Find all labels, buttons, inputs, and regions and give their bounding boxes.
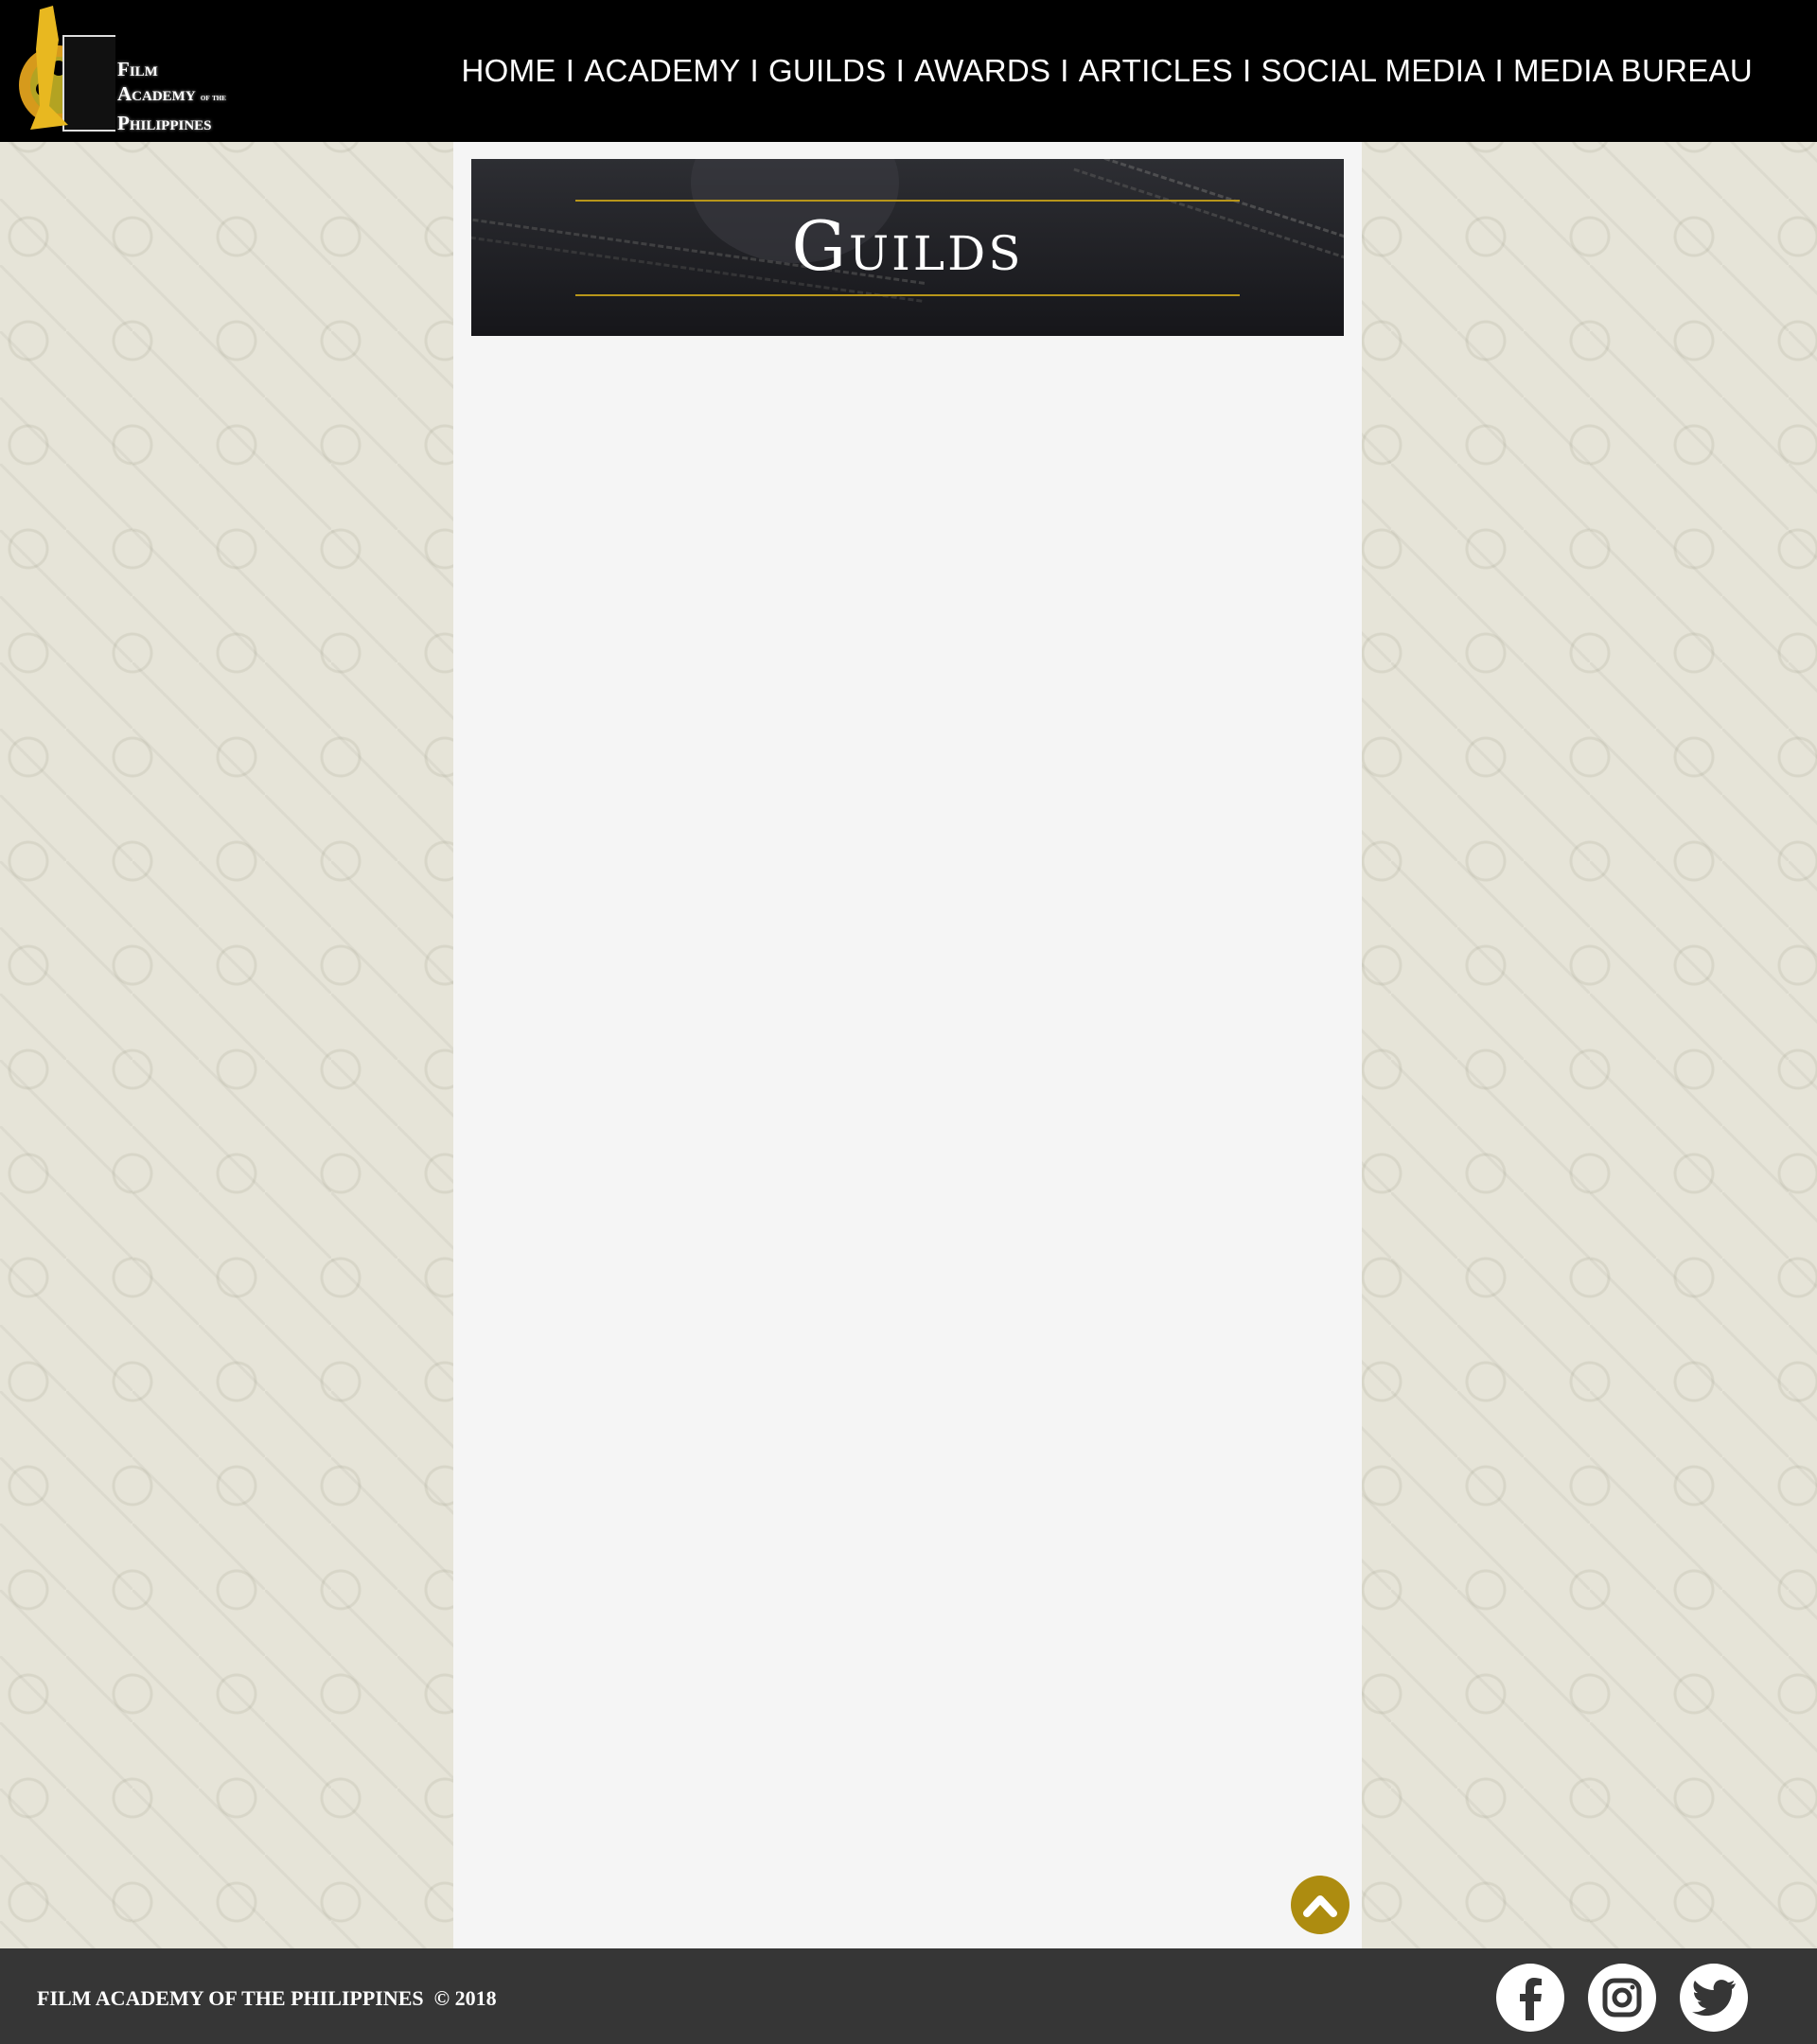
nav-media-bureau[interactable]: MEDIA BUREAU bbox=[1513, 53, 1753, 89]
trophy-reel-icon bbox=[19, 6, 125, 132]
logo-line-1: Film bbox=[117, 58, 158, 80]
nav-separator: I bbox=[750, 53, 759, 88]
banner-rule-bottom bbox=[575, 294, 1240, 296]
twitter-icon bbox=[1692, 1980, 1736, 2017]
twitter-link[interactable] bbox=[1680, 1964, 1748, 2032]
instagram-link[interactable] bbox=[1588, 1964, 1656, 2032]
nav-separator: I bbox=[1494, 53, 1504, 88]
nav-separator: I bbox=[1060, 53, 1069, 88]
instagram-icon bbox=[1602, 1978, 1642, 2018]
chevron-up-icon bbox=[1303, 1895, 1337, 1917]
banner-rule-top bbox=[575, 200, 1240, 202]
logo-line-2-small: of the bbox=[200, 93, 226, 103]
nav-separator: I bbox=[565, 53, 575, 88]
main-content: Guilds bbox=[453, 142, 1362, 1949]
scroll-to-top-button[interactable] bbox=[1291, 1876, 1350, 1934]
nav-separator: I bbox=[1242, 53, 1252, 88]
nav-social-media[interactable]: SOCIAL MEDIA bbox=[1261, 53, 1485, 89]
nav-guilds[interactable]: GUILDS bbox=[768, 53, 887, 89]
nav-home[interactable]: HOME bbox=[462, 53, 556, 89]
facebook-link[interactable] bbox=[1496, 1964, 1564, 2032]
facebook-icon bbox=[1520, 1978, 1542, 2020]
footer-copyright: © 2018 bbox=[433, 1986, 497, 2010]
site-header: Film Academy of the Philippines HOME I AC… bbox=[0, 0, 1817, 142]
nav-awards[interactable]: AWARDS bbox=[914, 53, 1050, 89]
nav-articles[interactable]: ARTICLES bbox=[1079, 53, 1233, 89]
nav-academy[interactable]: ACADEMY bbox=[584, 53, 740, 89]
page-banner: Guilds bbox=[471, 159, 1344, 336]
main-nav: HOME I ACADEMY I GUILDS I AWARDS I ARTICLES I… bbox=[462, 53, 1753, 89]
site-footer: FILM ACADEMY OF THE PHILIPPINES © 2018 bbox=[0, 1948, 1817, 2044]
logo-line-3: Philippines bbox=[117, 112, 212, 134]
site-logo[interactable]: Film Academy of the Philippines bbox=[11, 2, 248, 138]
nav-separator: I bbox=[895, 53, 906, 88]
page-title: Guilds bbox=[791, 206, 1024, 286]
footer-org-name: FILM ACADEMY OF THE PHILIPPINES bbox=[37, 1986, 424, 2010]
logo-line-2: Academy bbox=[117, 82, 196, 105]
